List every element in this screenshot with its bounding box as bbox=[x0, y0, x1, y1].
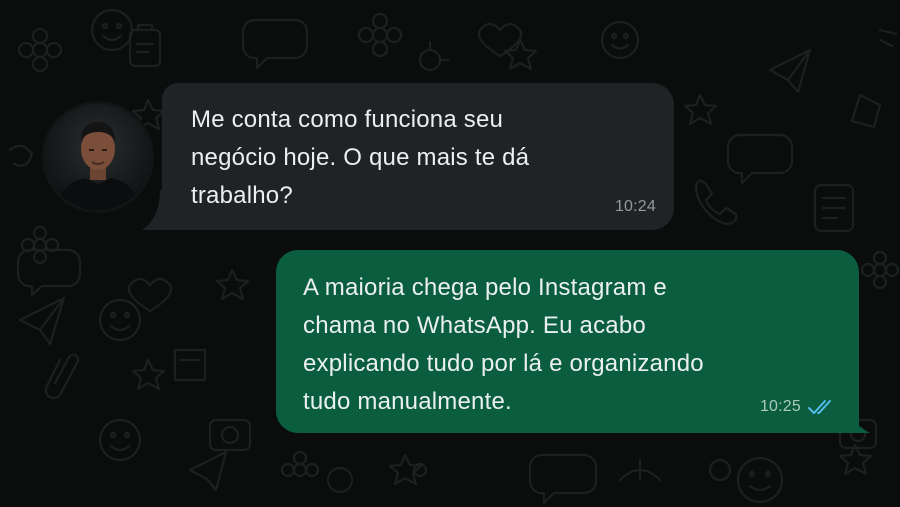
incoming-message-bubble[interactable]: Me conta como funciona seu negócio hoje.… bbox=[162, 83, 674, 230]
outgoing-message-meta: 10:25 bbox=[760, 397, 837, 417]
outgoing-message-text: A maioria chega pelo Instagram e chama n… bbox=[303, 274, 704, 415]
incoming-message-text: Me conta como funciona seu negócio hoje.… bbox=[191, 106, 530, 209]
double-check-icon bbox=[808, 400, 831, 414]
incoming-message-meta: 10:24 bbox=[615, 197, 656, 217]
contact-avatar[interactable] bbox=[45, 104, 151, 210]
outgoing-message-time: 10:25 bbox=[759, 398, 801, 415]
outgoing-message-bubble[interactable]: A maioria chega pelo Instagram e chama n… bbox=[276, 250, 859, 433]
person-photo-icon bbox=[45, 104, 151, 210]
incoming-message-time: 10:24 bbox=[614, 198, 656, 215]
